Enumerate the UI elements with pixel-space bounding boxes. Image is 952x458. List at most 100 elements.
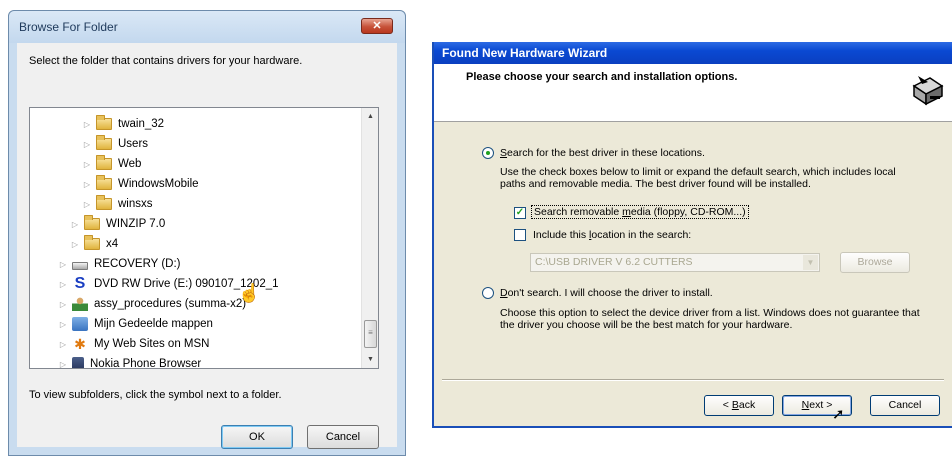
tree-item-label: WINZIP 7.0 [106,218,166,230]
expand-arrow-icon[interactable]: ▷ [70,220,80,229]
folder-icon [96,155,112,170]
hand-cursor-icon: ☝ [238,283,261,303]
browse-button[interactable]: Browse [840,252,910,273]
removable-media-text: Search removable [534,206,623,218]
search-radio[interactable] [482,147,494,159]
tree-item-windowsmobile[interactable]: ▷ WindowsMobile [82,174,199,194]
location-combobox[interactable]: C:\USB DRIVER V 6.2 CUTTERS ▼ [530,253,820,272]
search-option-text: earch for the best driver in these locat… [507,147,705,159]
tree-item-label: RECOVERY (D:) [94,258,181,270]
removable-media-text: edia (floppy, CD-ROM...) [630,206,746,218]
expand-arrow-icon[interactable]: ▷ [58,340,68,349]
title-bar[interactable]: Found New Hardware Wizard [434,42,952,64]
close-button[interactable]: ✕ [361,18,393,34]
tree-item-msn-web-sites[interactable]: ▷ ✱ My Web Sites on MSN [58,334,210,354]
wizard-heading: Please choose your search and installati… [466,71,738,83]
folder-icon [84,235,100,250]
dont-search-accesskey: D [500,287,508,299]
dialog-body: Select the folder that contains drivers … [17,43,397,449]
tree-item-assy-procedures[interactable]: ▷ assy_procedures (summa-x2) [58,294,246,314]
dont-search-text: on't search. I will choose the driver to… [507,287,713,299]
tree-scrollbar[interactable]: ▲ ≡ ▼ [361,108,378,368]
tree-item-label: assy_procedures (summa-x2) [94,298,247,310]
dont-search-option-label[interactable]: Don't search. I will choose the driver t… [500,287,713,299]
search-option-label[interactable]: Search for the best driver in these loca… [500,147,705,159]
search-description-line: paths and removable media. The best driv… [500,178,811,190]
scroll-down-arrow-icon[interactable]: ▼ [363,352,378,367]
expand-arrow-icon[interactable]: ▷ [58,260,68,269]
tree-item-label: Nokia Phone Browser [90,358,202,369]
ok-button[interactable]: OK [221,425,293,449]
scrollbar-thumb[interactable]: ≡ [364,320,377,348]
expand-arrow-icon[interactable]: ▷ [58,360,68,369]
shared-folder-icon [72,317,88,331]
expand-arrow-icon[interactable]: ▷ [70,240,80,249]
tree-item-label: WindowsMobile [118,178,199,190]
expand-arrow-icon[interactable]: ▷ [82,160,92,169]
expand-arrow-icon[interactable]: ▷ [82,180,92,189]
removable-media-label[interactable]: Search removable media (floppy, CD-ROM..… [531,205,749,219]
tree-item-label: twain_32 [118,118,165,130]
back-accesskey: B [731,399,739,411]
separator [442,379,944,381]
search-description: Use the check boxes below to limit or ex… [500,166,896,190]
tree-item-nokia-phone-browser[interactable]: ▷ Nokia Phone Browser [58,354,202,369]
expand-arrow-icon[interactable]: ▷ [58,320,68,329]
back-button-text: < [722,399,732,411]
hardware-wizard-icon [909,73,945,109]
msn-icon: ✱ [74,336,86,352]
tree-item-label: x4 [106,238,119,250]
dropdown-arrow-icon[interactable]: ▼ [803,255,818,270]
tree-item-label: Users [118,138,149,150]
tree-item-label: Mijn Gedeelde mappen [94,318,213,330]
folder-icon [96,135,112,150]
dialog-title: Browse For Folder [19,20,118,34]
mouse-pointer-icon: ➚ [832,406,845,423]
include-location-text: Include this [533,229,590,241]
folder-tree[interactable]: ▷ twain_32 ▷ Users ▷ Web ▷ WindowsMobile… [29,107,379,369]
expand-arrow-icon[interactable]: ▷ [58,280,68,289]
user-folder-icon [72,297,88,311]
tree-item-users[interactable]: ▷ Users [82,134,148,154]
tree-item-shared-folders[interactable]: ▷ Mijn Gedeelde mappen [58,314,213,334]
include-location-label[interactable]: Include this location in the search: [533,229,691,241]
tree-item-x4[interactable]: ▷ x4 [70,234,118,254]
dont-search-description: Choose this option to select the device … [500,307,920,331]
tree-item-label: winsxs [118,198,153,210]
dont-search-radio[interactable] [482,287,494,299]
folder-icon [96,115,112,130]
folder-icon [96,195,112,210]
browse-for-folder-dialog: Browse For Folder ✕ Select the folder th… [8,10,406,456]
include-location-checkbox[interactable] [514,229,526,241]
search-option-accesskey: S [500,147,508,159]
dont-search-description-line: the driver you choose will be the best m… [500,319,793,331]
dvd-drive-icon: S [74,275,86,292]
next-button-text: ext > [809,399,833,411]
tree-item-recovery-drive[interactable]: ▷ RECOVERY (D:) [58,254,181,274]
tree-item-winzip[interactable]: ▷ WINZIP 7.0 [70,214,165,234]
cancel-button[interactable]: Cancel [307,425,379,449]
expand-arrow-icon[interactable]: ▷ [82,200,92,209]
expand-arrow-icon[interactable]: ▷ [82,120,92,129]
removable-media-checkbox[interactable]: ✓ [514,207,526,219]
cancel-button[interactable]: Cancel [870,395,940,416]
folder-icon [84,215,100,230]
wizard-header: Please choose your search and installati… [434,64,952,122]
removable-media-accesskey: m [622,206,631,218]
location-value: C:\USB DRIVER V 6.2 CUTTERS [535,256,693,268]
tree-item-twain32[interactable]: ▷ twain_32 [82,114,164,134]
drive-icon [72,261,88,270]
search-description-line: Use the check boxes below to limit or ex… [500,166,896,178]
title-bar[interactable]: Browse For Folder ✕ [9,11,405,43]
expand-arrow-icon[interactable]: ▷ [58,300,68,309]
tree-item-winsxs[interactable]: ▷ winsxs [82,194,153,214]
tree-item-web[interactable]: ▷ Web [82,154,141,174]
focus-outline: Search removable media (floppy, CD-ROM..… [531,205,749,219]
back-button[interactable]: < Back [704,395,774,416]
expand-arrow-icon[interactable]: ▷ [82,140,92,149]
tree-item-label: My Web Sites on MSN [94,338,210,350]
back-button-text: ack [738,399,756,411]
scroll-up-arrow-icon[interactable]: ▲ [363,109,378,124]
close-icon: ✕ [372,20,382,32]
dont-search-description-line: Choose this option to select the device … [500,307,920,319]
